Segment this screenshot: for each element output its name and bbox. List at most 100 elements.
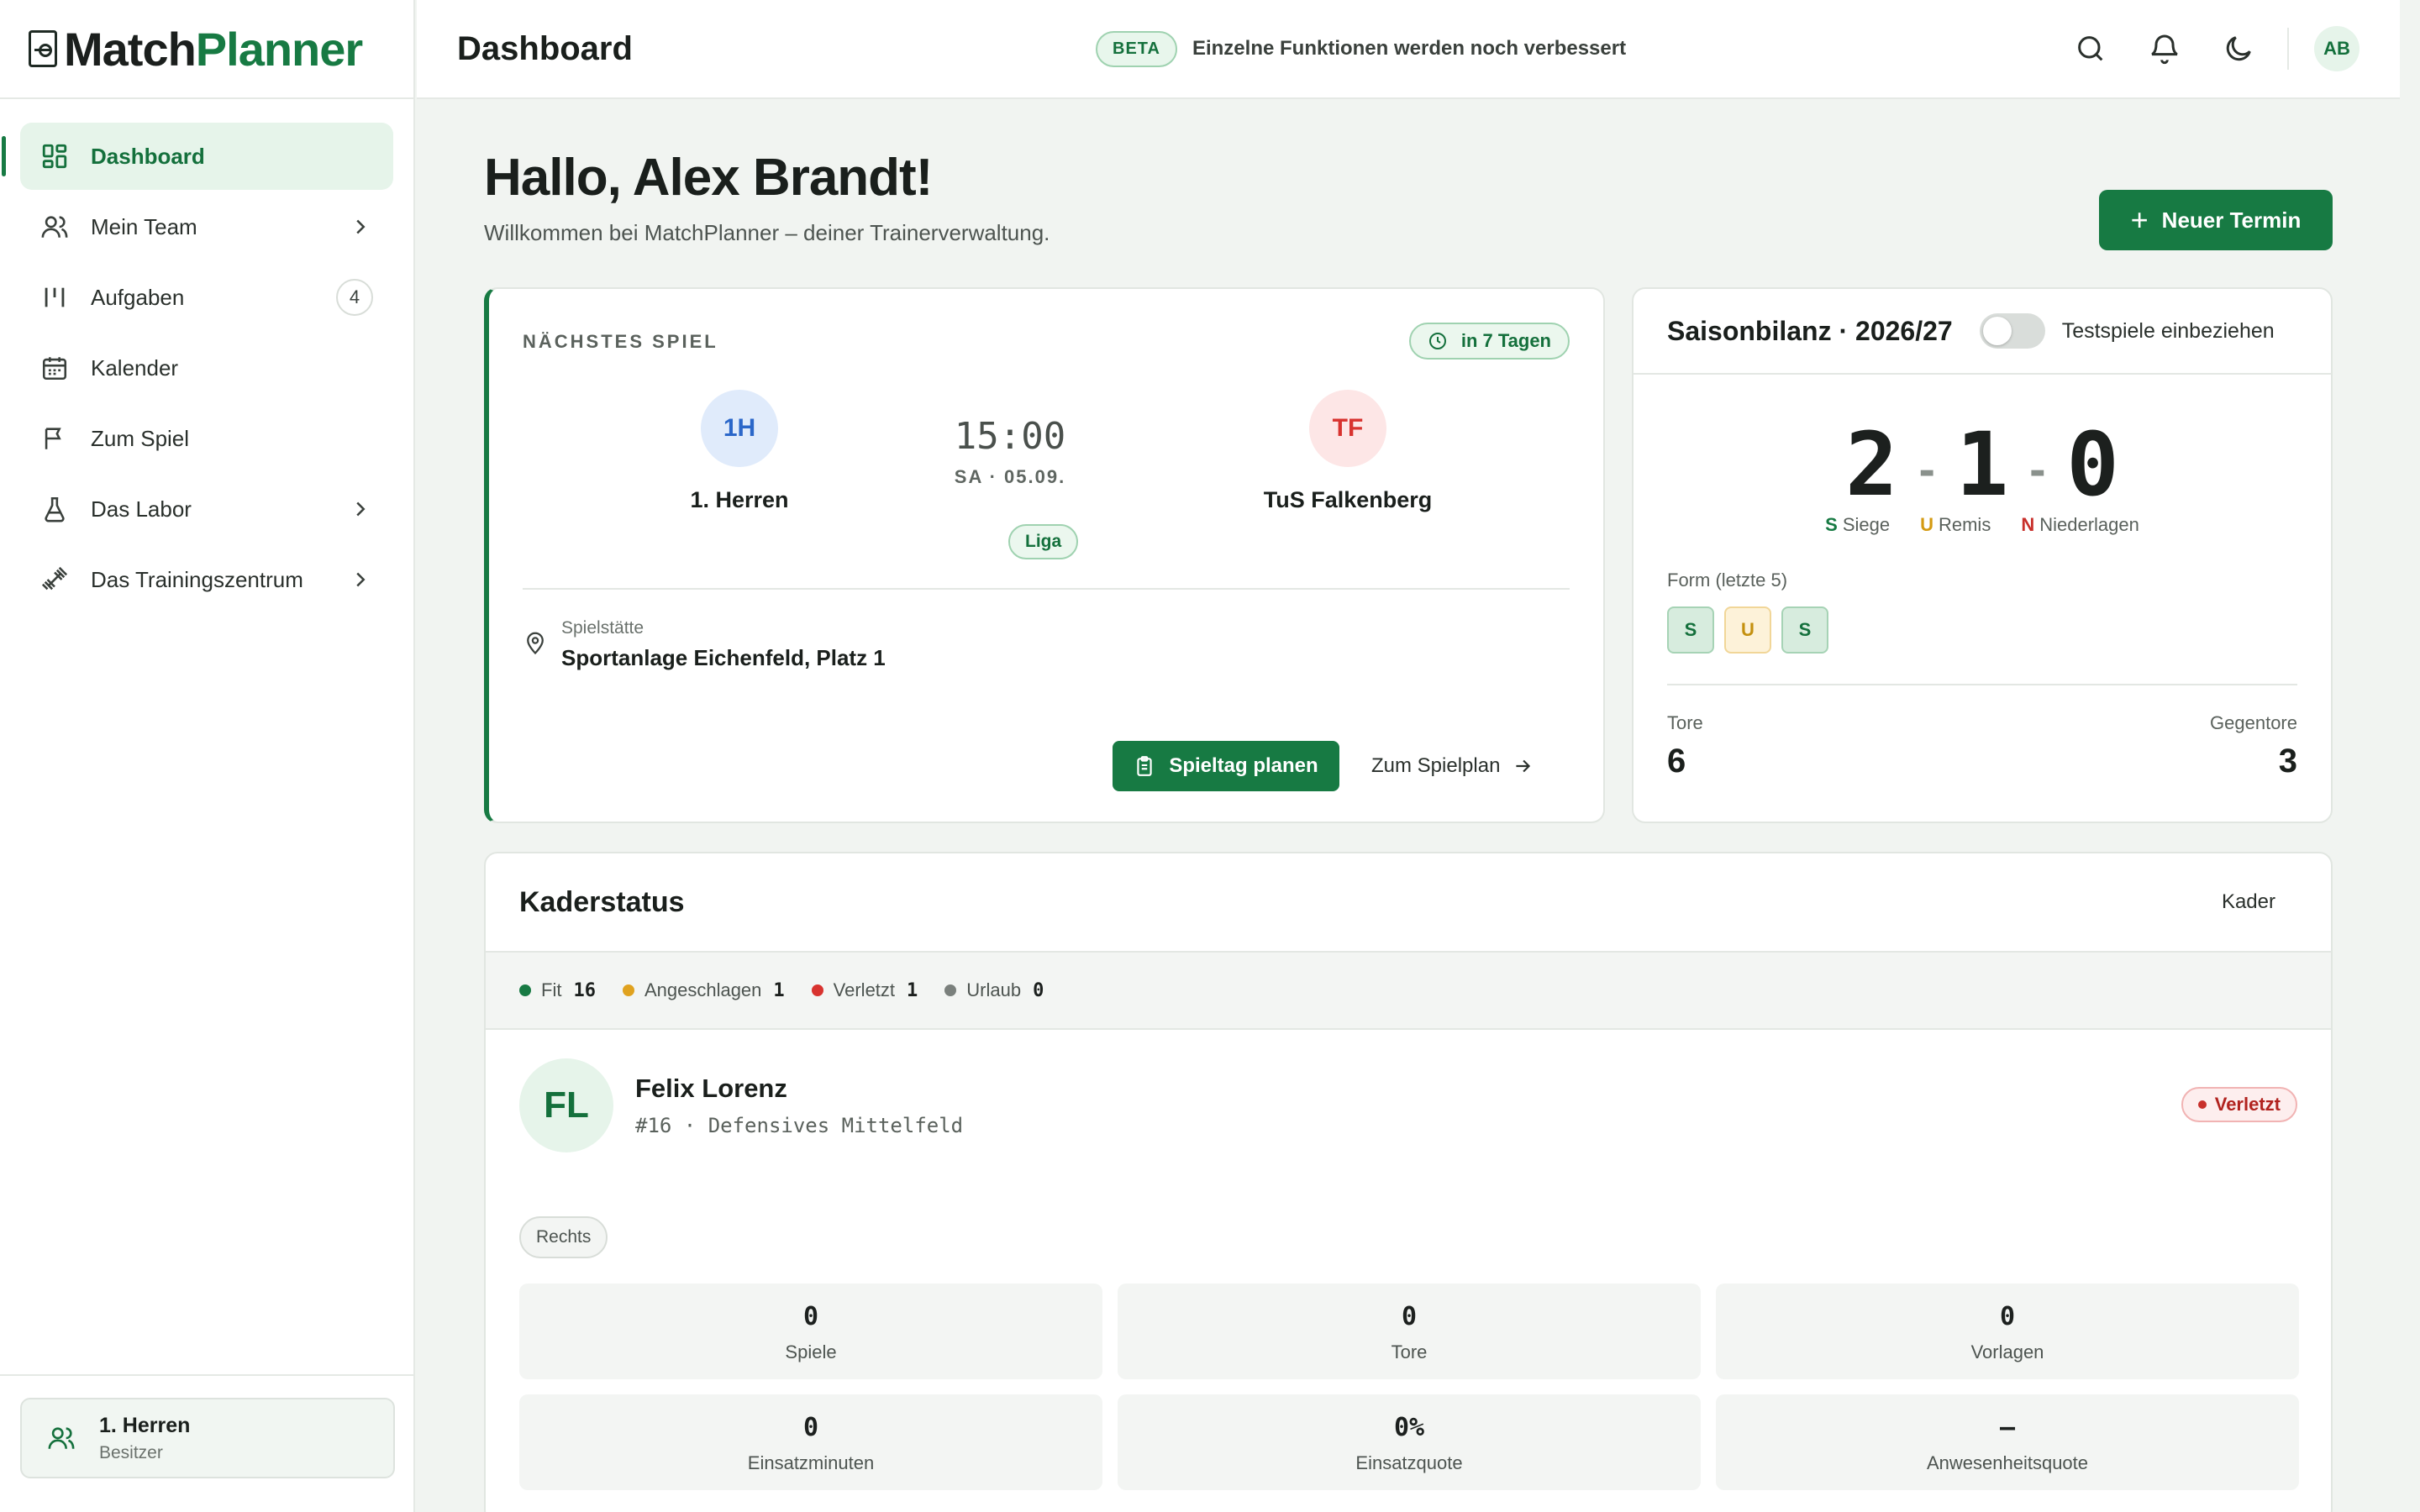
- season-divider: [1667, 684, 2297, 685]
- page-title: Dashboard: [457, 29, 633, 67]
- sidebar-item-dashboard[interactable]: Dashboard: [2, 123, 393, 190]
- user-avatar[interactable]: AB: [2314, 26, 2360, 71]
- stat-value: 0: [802, 1413, 819, 1442]
- player-status-badge: Verletzt: [2181, 1087, 2297, 1122]
- form-chip: S: [1667, 606, 1714, 654]
- stat-tile: 0 Tore: [1118, 1284, 1701, 1379]
- moon-icon[interactable]: [2222, 32, 2255, 66]
- kickoff-time: 15:00: [954, 415, 1066, 458]
- status-fit: Fit 16: [519, 979, 596, 1001]
- sidebar-item-label: Das Labor: [91, 496, 192, 522]
- player-info: Felix Lorenz #16 · Defensives Mittelfeld: [635, 1074, 963, 1137]
- home-team: 1H 1. Herren: [613, 390, 865, 513]
- squad-status-card: Kaderstatus Kader Fit 16 Angeschlagen 1 Ve…: [484, 852, 2333, 1512]
- plan-matchday-label: Spieltag planen: [1169, 754, 1318, 777]
- chevron-right-icon: [356, 501, 366, 517]
- sidebar-item-das-labor[interactable]: Das Labor: [20, 475, 393, 543]
- sidebar-item-label: Zum Spiel: [91, 425, 190, 451]
- flask-icon: [40, 495, 69, 523]
- player-meta: #16 · Defensives Mittelfeld: [635, 1114, 964, 1137]
- squad-link[interactable]: Kader: [2222, 890, 2275, 914]
- season-title: Saisonbilanz · 2026/27: [1667, 315, 1953, 346]
- home-team-badge: 1H: [701, 390, 778, 467]
- player-stats-grid: 0 Spiele 0 Tore 0 Vorlagen 0 Einsatzminuten …: [519, 1284, 2299, 1490]
- legend-draws: U Remis: [1920, 514, 1991, 535]
- stat-tile: – Anwesenheitsquote: [1716, 1394, 2299, 1490]
- team-switcher[interactable]: 1. Herren Besitzer: [20, 1398, 395, 1478]
- calendar-icon: [40, 354, 69, 382]
- team-name: 1. Herren: [99, 1413, 191, 1437]
- tasks-icon: [40, 283, 69, 312]
- sidebar: MatchPlanner Dashboard Mein Team Aufgabe…: [0, 0, 415, 1512]
- sidebar-item-mein-team[interactable]: Mein Team: [20, 193, 393, 260]
- stat-label: Spiele: [785, 1341, 837, 1362]
- status-injured: Verletzt 1: [811, 979, 918, 1001]
- bell-icon[interactable]: [2148, 32, 2181, 66]
- squad-title: Kaderstatus: [519, 885, 685, 918]
- squad-header: Kaderstatus Kader: [486, 853, 2331, 953]
- kickoff-info: 15:00 SA · 05.09.: [926, 415, 1094, 488]
- plan-matchday-button[interactable]: Spieltag planen: [1113, 741, 1339, 791]
- search-icon[interactable]: [2074, 32, 2107, 66]
- sidebar-item-das-trainingszentrum[interactable]: Das Trainingszentrum: [20, 546, 393, 613]
- squad-status-bar: Fit 16 Angeschlagen 1 Verletzt 1 Urlaub 0: [486, 953, 2331, 1030]
- status-dot: [811, 984, 823, 996]
- stat-value: 0: [1401, 1302, 1418, 1331]
- goals-against-label: Gegentore: [2210, 712, 2297, 733]
- stat-label: Vorlagen: [1970, 1341, 2044, 1362]
- welcome-text: Willkommen bei MatchPlanner – deiner Tra…: [484, 220, 1050, 245]
- next-match-card: NÄCHSTES SPIEL in 7 Tagen 1H 1. Herren 1…: [484, 287, 1605, 823]
- home-team-name: 1. Herren: [690, 487, 789, 512]
- map-pin-icon: [527, 632, 544, 655]
- wins-count: 2: [1845, 413, 1898, 516]
- draws-count: 1: [1955, 413, 2009, 516]
- record-separator: -: [2025, 447, 2050, 495]
- countdown-badge: in 7 Tagen: [1408, 323, 1570, 360]
- top-header: Dashboard BETA Einzelne Funktionen werde…: [417, 0, 2400, 99]
- schedule-link[interactable]: Zum Spielplan: [1371, 754, 1534, 778]
- users-icon: [40, 213, 69, 241]
- schedule-link-label: Zum Spielplan: [1371, 754, 1501, 777]
- sidebar-item-aufgaben[interactable]: Aufgaben 4: [20, 264, 393, 331]
- beta-badge: BETA: [1096, 30, 1177, 67]
- friendlies-toggle[interactable]: [1979, 313, 2045, 349]
- app-logo[interactable]: MatchPlanner: [0, 0, 413, 99]
- sidebar-item-kalender[interactable]: Kalender: [20, 334, 393, 402]
- form-chip: U: [1724, 606, 1771, 654]
- sidebar-item-label: Kalender: [91, 354, 179, 381]
- card-divider: [523, 588, 1570, 590]
- clock-icon: [1428, 333, 1446, 349]
- header-separator: [2287, 28, 2289, 70]
- player-name: Felix Lorenz: [635, 1074, 787, 1103]
- sidebar-item-label: Das Trainingszentrum: [91, 566, 303, 592]
- form-chips: S U S: [1667, 606, 1839, 654]
- player-row[interactable]: FL Felix Lorenz #16 · Defensives Mittelf…: [519, 1058, 963, 1152]
- sidebar-item-label: Dashboard: [91, 143, 205, 169]
- goals-label: Tore: [1667, 712, 1703, 733]
- sidebar-nav: Dashboard Mein Team Aufgaben 4 Kalender: [0, 99, 413, 613]
- sidebar-item-label: Mein Team: [91, 213, 197, 239]
- away-team-badge: TF: [1309, 390, 1386, 467]
- team-role: Besitzer: [99, 1442, 163, 1462]
- venue-label: Spielstätte: [561, 618, 644, 638]
- sidebar-divider: [0, 1374, 413, 1376]
- stat-tile: 0% Einsatzquote: [1118, 1394, 1701, 1490]
- stat-value: –: [1999, 1413, 2016, 1442]
- legend-wins: S Siege: [1825, 514, 1891, 535]
- status-dot: [622, 984, 634, 996]
- count-badge: 4: [336, 279, 373, 316]
- new-appointment-button[interactable]: + Neuer Termin: [2099, 190, 2333, 250]
- sidebar-item-label: Aufgaben: [91, 284, 185, 310]
- status-dot: [519, 984, 531, 996]
- form-label: Form (letzte 5): [1667, 570, 1788, 591]
- chevron-right-icon: [356, 219, 366, 234]
- sidebar-item-zum-spiel[interactable]: Zum Spiel: [20, 405, 393, 472]
- pitch-icon: [29, 30, 57, 67]
- stat-value: 0: [802, 1302, 819, 1331]
- stat-label: Einsatzquote: [1355, 1452, 1463, 1473]
- friendlies-toggle-label: Testspiele einbeziehen: [2061, 318, 2275, 343]
- stat-tile: 0 Einsatzminuten: [519, 1394, 1102, 1490]
- season-header: Saisonbilanz · 2026/27 Testspiele einbez…: [1634, 289, 2331, 375]
- kickoff-date: SA · 05.09.: [954, 466, 1066, 487]
- record-separator: -: [1914, 447, 1939, 495]
